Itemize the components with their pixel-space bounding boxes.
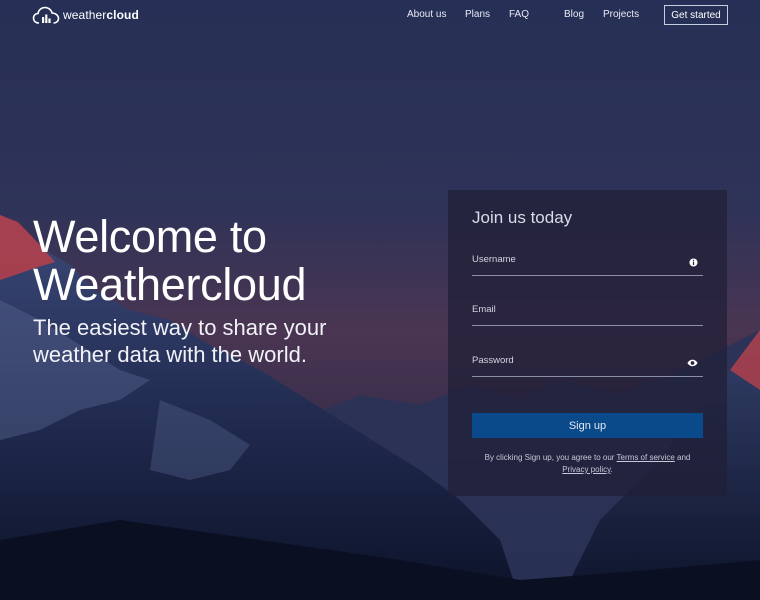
email-label: Email <box>472 304 496 315</box>
hero-title-line-1: Welcome to <box>33 211 267 262</box>
password-field[interactable]: Password <box>472 355 703 377</box>
hero-subtitle-line-1: The easiest way to share your <box>33 315 327 340</box>
get-started-button[interactable]: Get started <box>664 5 728 25</box>
nav-about-us[interactable]: About us <box>407 9 446 20</box>
password-label: Password <box>472 355 514 366</box>
nav-blog[interactable]: Blog <box>564 9 584 20</box>
signup-form: Join us today Username Email Password Si… <box>448 190 727 496</box>
hero-subtitle-line-2: weather data with the world. <box>33 342 307 367</box>
privacy-policy-link[interactable]: Privacy policy <box>562 465 610 474</box>
nav-projects[interactable]: Projects <box>603 9 639 20</box>
eye-icon[interactable] <box>687 359 698 367</box>
cloud-bar-chart-icon <box>32 6 60 24</box>
top-nav-bar: weathercloud About us Plans FAQ Blog Pro… <box>0 0 760 30</box>
email-field[interactable]: Email <box>472 304 703 326</box>
nav-plans[interactable]: Plans <box>465 9 490 20</box>
hero-subtitle: The easiest way to share your weather da… <box>33 314 393 368</box>
terms-of-service-link[interactable]: Terms of service <box>617 453 675 462</box>
hero-title: Welcome to Weathercloud <box>33 213 393 309</box>
username-label: Username <box>472 254 516 265</box>
legal-notice: By clicking Sign up, you agree to our Te… <box>484 453 691 474</box>
signup-title: Join us today <box>472 208 573 227</box>
username-field[interactable]: Username <box>472 254 703 276</box>
info-icon[interactable] <box>689 258 698 267</box>
brand-logo[interactable]: weathercloud <box>32 5 139 25</box>
hero-title-line-2: Weathercloud <box>33 259 307 310</box>
sign-up-button[interactable]: Sign up <box>472 413 703 438</box>
brand-name: weathercloud <box>63 8 139 22</box>
nav-faq[interactable]: FAQ <box>509 9 529 20</box>
